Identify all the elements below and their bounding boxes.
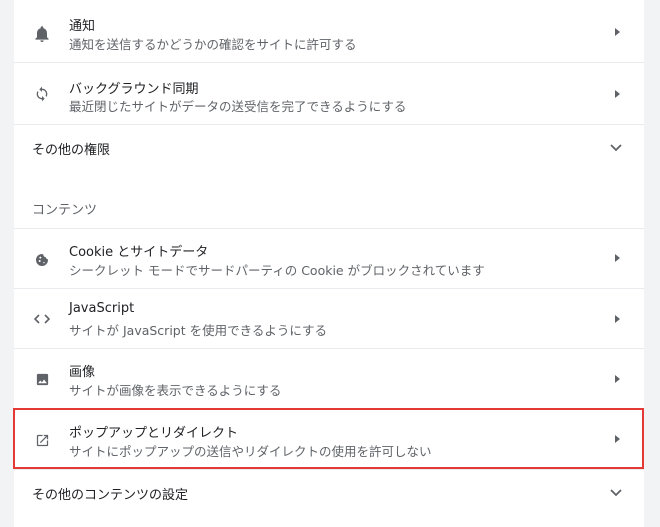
cookie-icon <box>32 250 52 270</box>
background-sync-row[interactable]: バックグラウンド同期 最近閉じたサイトがデータの送受信を完了できるようにする <box>14 62 644 124</box>
row-subtitle: 最近閉じたサイトがデータの送受信を完了できるようにする <box>69 99 407 114</box>
chevron-down-icon <box>610 144 622 152</box>
content-section-header: コンテンツ <box>14 170 644 228</box>
chevron-right-icon <box>615 435 620 443</box>
chevron-right-icon <box>615 90 620 98</box>
row-subtitle: シークレット モードでサードパーティの Cookie がブロックされています <box>69 263 485 278</box>
code-icon <box>32 309 52 329</box>
settings-card: 通知 通知を送信するかどうかの確認をサイトに許可する バックグラウンド同期 最近… <box>14 0 644 527</box>
other-content-settings-label: その他のコンテンツの設定 <box>32 488 189 503</box>
sync-icon <box>32 84 52 104</box>
row-title: Cookie とサイトデータ <box>69 245 209 260</box>
other-content-settings-toggle[interactable]: その他のコンテンツの設定 <box>14 469 644 515</box>
other-permissions-toggle[interactable]: その他の権限 <box>14 124 644 170</box>
bell-icon <box>32 24 52 44</box>
chevron-right-icon <box>615 254 620 262</box>
notifications-row[interactable]: 通知 通知を送信するかどうかの確認をサイトに許可する <box>14 0 644 62</box>
chevron-right-icon <box>615 28 620 36</box>
image-icon <box>32 369 52 389</box>
chevron-right-icon <box>615 375 620 383</box>
row-subtitle: 通知を送信するかどうかの確認をサイトに許可する <box>69 37 357 52</box>
row-title: 通知 <box>69 19 96 34</box>
open-in-new-icon <box>32 430 52 450</box>
chevron-right-icon <box>615 315 620 323</box>
section-title: コンテンツ <box>32 203 98 218</box>
popups-redirects-row[interactable]: ポップアップとリダイレクト サイトにポップアップの送信やリダイレクトの使用を許可… <box>14 408 644 469</box>
row-title: バックグラウンド同期 <box>69 82 199 97</box>
row-subtitle: サイトが画像を表示できるようにする <box>69 383 282 398</box>
cookies-row[interactable]: Cookie とサイトデータ シークレット モードでサードパーティの Cooki… <box>14 228 644 288</box>
row-subtitle: サイトが JavaScript を使用できるようにする <box>69 323 327 338</box>
images-row[interactable]: 画像 サイトが画像を表示できるようにする <box>14 348 644 408</box>
row-subtitle: サイトにポップアップの送信やリダイレクトの使用を許可しない <box>69 444 432 459</box>
other-permissions-label: その他の権限 <box>32 143 111 158</box>
chevron-down-icon <box>610 489 622 497</box>
row-title: 画像 <box>69 365 96 380</box>
row-title: ポップアップとリダイレクト <box>69 426 239 441</box>
row-title: JavaScript <box>69 301 135 316</box>
javascript-row[interactable]: JavaScript サイトが JavaScript を使用できるようにする <box>14 288 644 348</box>
